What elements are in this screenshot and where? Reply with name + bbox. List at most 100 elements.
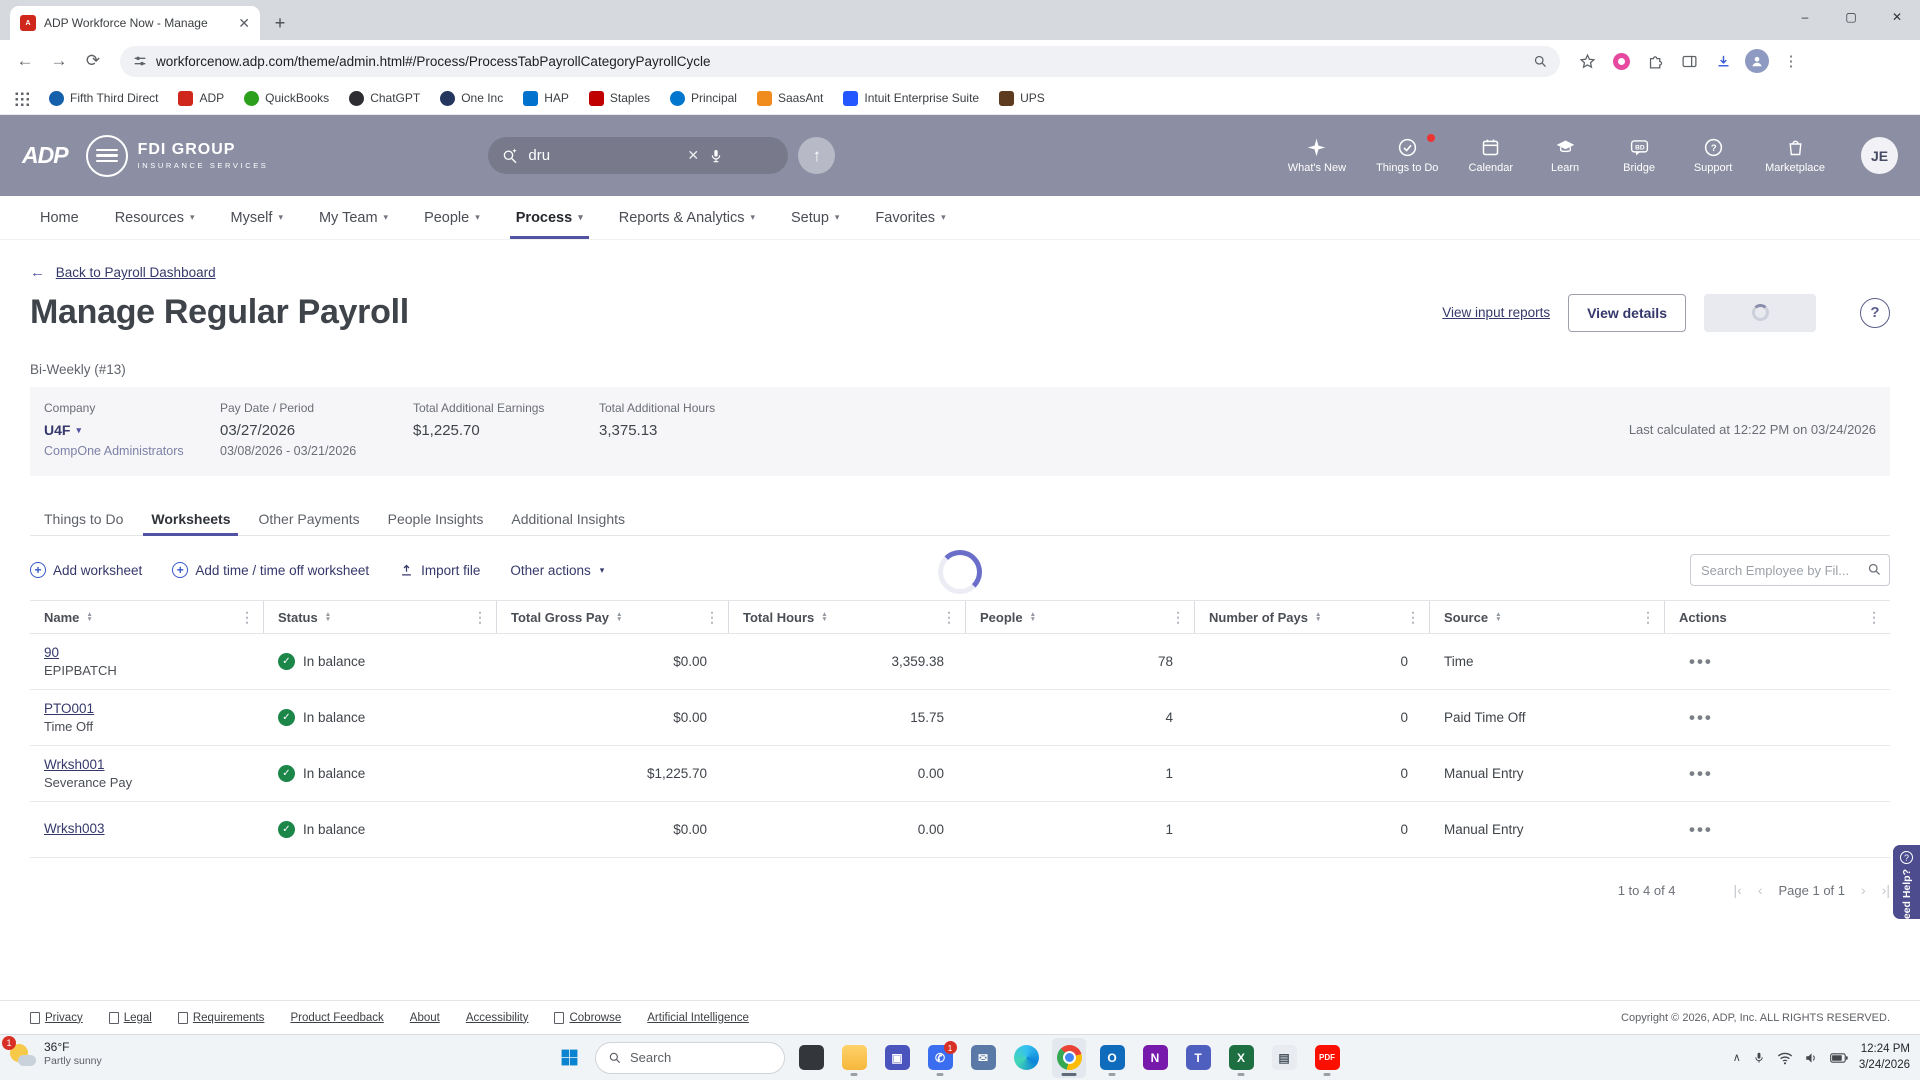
row-actions-menu-icon[interactable]: ••• (1665, 820, 1890, 840)
browser-profile-avatar[interactable] (1742, 46, 1772, 76)
chrome-button[interactable] (1052, 1038, 1086, 1078)
worksheet-link[interactable]: Wrksh003 (44, 821, 105, 836)
calendar-button[interactable]: Calendar (1468, 137, 1513, 174)
column-header-total-gross-pay[interactable]: Total Gross Pay▲▼⋮ (497, 601, 729, 633)
minimize-button[interactable]: – (1782, 0, 1828, 34)
column-menu-icon[interactable]: ⋮ (240, 609, 254, 626)
browser-menu-icon[interactable]: ⋮ (1776, 46, 1806, 76)
forward-button[interactable]: → (44, 46, 74, 76)
footer-accessibility-link[interactable]: Accessibility (466, 1012, 529, 1024)
wifi-icon[interactable] (1777, 1051, 1793, 1065)
extensions-puzzle-icon[interactable] (1640, 46, 1670, 76)
header-search-field[interactable]: ✕ (488, 137, 788, 174)
bookmark-adp[interactable]: ADP (178, 91, 224, 106)
import-file-button[interactable]: Import file (399, 563, 480, 578)
help-button[interactable]: ? (1860, 298, 1890, 328)
row-actions-menu-icon[interactable]: ••• (1665, 764, 1890, 784)
camera-app-button[interactable]: ▣ (880, 1038, 914, 1078)
close-button[interactable]: ✕ (1874, 0, 1920, 34)
maximize-button[interactable]: ▢ (1828, 0, 1874, 34)
sort-icon[interactable]: ▲▼ (1030, 612, 1036, 623)
volume-icon[interactable] (1804, 1051, 1819, 1065)
sort-icon[interactable]: ▲▼ (616, 612, 622, 623)
weather-widget[interactable]: 1 36°F Partly sunny (8, 1040, 102, 1068)
downloads-icon[interactable] (1708, 46, 1738, 76)
employee-search-input[interactable] (1690, 554, 1890, 586)
nav-favorites[interactable]: Favorites▾ (875, 196, 945, 239)
company-name-link[interactable]: CompOne Administrators (44, 444, 220, 458)
bridge-button[interactable]: BD Bridge (1617, 137, 1661, 174)
column-header-number-of-pays[interactable]: Number of Pays▲▼⋮ (1195, 601, 1430, 633)
side-panel-icon[interactable] (1674, 46, 1704, 76)
worksheet-link[interactable]: Wrksh001 (44, 757, 105, 772)
things-to-do-button[interactable]: Things to Do (1376, 137, 1438, 174)
browser-tab[interactable]: A ADP Workforce Now - Manage ✕ (10, 6, 260, 40)
nav-setup[interactable]: Setup▾ (791, 196, 839, 239)
apps-grid-icon[interactable] (14, 91, 29, 106)
footer-privacy-link[interactable]: Privacy (30, 1012, 83, 1024)
column-header-total-hours[interactable]: Total Hours▲▼⋮ (729, 601, 966, 633)
column-menu-icon[interactable]: ⋮ (1406, 609, 1420, 626)
footer-legal-link[interactable]: Legal (109, 1012, 152, 1024)
marketplace-button[interactable]: Marketplace (1765, 137, 1825, 174)
column-header-source[interactable]: Source▲▼⋮ (1430, 601, 1665, 633)
site-info-icon[interactable] (132, 53, 148, 69)
footer-about-link[interactable]: About (410, 1012, 440, 1024)
bookmark-principal[interactable]: Principal (670, 91, 737, 106)
worksheet-link[interactable]: 90 (44, 645, 59, 660)
nav-home[interactable]: Home (40, 196, 79, 239)
back-button[interactable]: ← (10, 46, 40, 76)
column-header-status[interactable]: Status▲▼⋮ (264, 601, 497, 633)
tab-close-icon[interactable]: ✕ (238, 15, 250, 32)
add-worksheet-button[interactable]: +Add worksheet (30, 562, 142, 578)
tab-people-insights[interactable]: People Insights (374, 502, 498, 535)
new-tab-button[interactable]: + (266, 9, 294, 37)
column-menu-icon[interactable]: ⋮ (1641, 609, 1655, 626)
battery-icon[interactable] (1830, 1052, 1848, 1064)
header-search-input[interactable] (528, 147, 678, 164)
nav-my-team[interactable]: My Team▾ (319, 196, 388, 239)
tab-things-to-do[interactable]: Things to Do (30, 502, 137, 535)
tab-worksheets[interactable]: Worksheets (137, 502, 244, 535)
bookmark-saasant[interactable]: SaasAnt (757, 91, 823, 106)
sort-icon[interactable]: ▲▼ (821, 612, 827, 623)
excel-button[interactable]: X (1224, 1038, 1258, 1078)
nav-process[interactable]: Process▾ (516, 196, 583, 239)
notepad-button[interactable]: ▤ (1267, 1038, 1301, 1078)
nav-people[interactable]: People▾ (424, 196, 480, 239)
bookmark-chatgpt[interactable]: ChatGPT (349, 91, 420, 106)
bookmark-hap[interactable]: HAP (523, 91, 569, 106)
company-code-dropdown[interactable]: U4F▾ (44, 422, 220, 438)
support-button[interactable]: ? Support (1691, 137, 1735, 174)
sort-icon[interactable]: ▲▼ (1495, 612, 1501, 623)
bookmark-one-inc[interactable]: One Inc (440, 91, 503, 106)
row-actions-menu-icon[interactable]: ••• (1665, 652, 1890, 672)
footer-requirements-link[interactable]: Requirements (178, 1012, 265, 1024)
outlook-button[interactable]: O (1095, 1038, 1129, 1078)
acrobat-button[interactable]: PDF (1310, 1038, 1344, 1078)
mail-app-button[interactable]: ✉ (966, 1038, 1000, 1078)
last-page-icon[interactable]: ›| (1882, 882, 1890, 898)
learn-button[interactable]: Learn (1543, 137, 1587, 174)
sort-icon[interactable]: ▲▼ (325, 612, 331, 623)
view-input-reports-link[interactable]: View input reports (1442, 305, 1550, 320)
column-header-name[interactable]: Name▲▼⋮ (30, 601, 264, 633)
tray-microphone-icon[interactable] (1752, 1051, 1766, 1065)
taskbar-search[interactable]: Search (595, 1042, 785, 1074)
need-help-tab[interactable]: ? Need Help? (1893, 845, 1920, 919)
nav-reports-analytics[interactable]: Reports & Analytics▾ (619, 196, 755, 239)
phone-link-button[interactable]: ✆1 (923, 1038, 957, 1078)
pink-extension-icon[interactable] (1606, 46, 1636, 76)
footer-cobrowse-link[interactable]: Cobrowse (554, 1012, 621, 1024)
row-actions-menu-icon[interactable]: ••• (1665, 708, 1890, 728)
column-header-people[interactable]: People▲▼⋮ (966, 601, 1195, 633)
search-icon[interactable] (1867, 562, 1882, 577)
sort-icon[interactable]: ▲▼ (1315, 612, 1321, 623)
footer-product-feedback-link[interactable]: Product Feedback (290, 1012, 383, 1024)
previous-page-icon[interactable]: ‹ (1758, 882, 1763, 898)
tab-other-payments[interactable]: Other Payments (244, 502, 373, 535)
other-actions-dropdown[interactable]: Other actions▾ (510, 563, 604, 578)
task-view-button[interactable] (794, 1038, 828, 1078)
edge-button[interactable] (1009, 1038, 1043, 1078)
nav-resources[interactable]: Resources▾ (115, 196, 195, 239)
